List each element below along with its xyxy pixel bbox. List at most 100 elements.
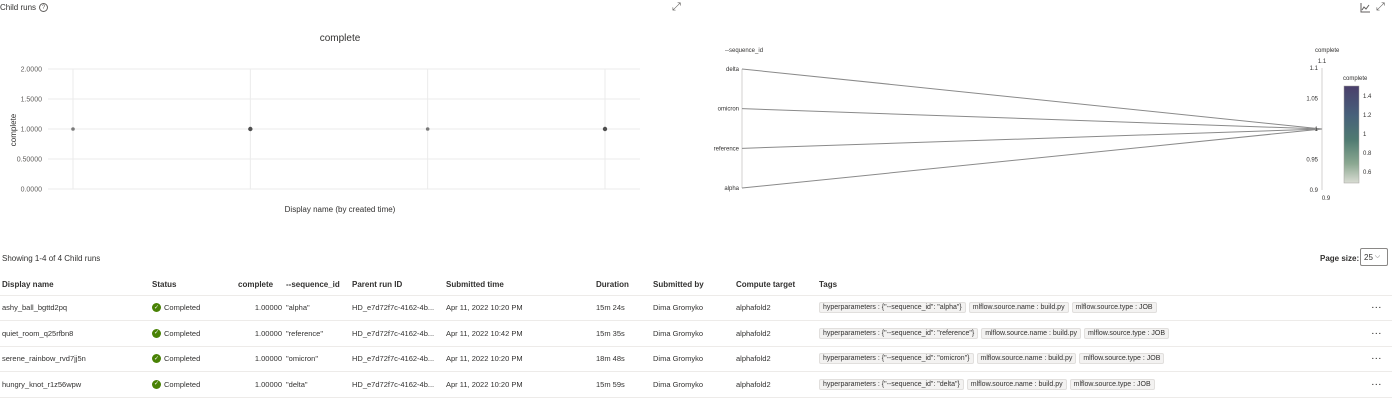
tag-chip: hyperparameters : {"--sequence_id": "ref… [819,327,979,339]
category-label: delta [726,67,740,73]
line-chart-icon[interactable] [1360,2,1371,16]
parallel-axes [741,68,1323,190]
col-sequence-id[interactable]: --sequence_id [284,275,350,296]
tags-cell: hyperparameters : {"--sequence_id": "omi… [817,346,1362,372]
section-title: Child runs [0,3,37,12]
parallel-lines [741,68,1323,189]
col-complete[interactable]: complete [236,275,284,296]
data-point[interactable] [248,126,253,132]
parent-run-link[interactable]: HD_e7d72f7c-4162-4b... [350,346,444,372]
tags-cell: hyperparameters : {"--sequence_id": "del… [817,371,1362,398]
parent-run-link[interactable]: HD_e7d72f7c-4162-4b... [350,371,444,398]
parent-run-link[interactable]: HD_e7d72f7c-4162-4b... [350,320,444,347]
col-parent-run-id[interactable]: Parent run ID [350,275,444,296]
more-actions-button[interactable]: ··· [1362,295,1392,321]
more-actions-button[interactable]: ··· [1362,371,1392,398]
col-compute-target[interactable]: Compute target [734,275,817,296]
compute-target-link[interactable]: alphafold2 [734,295,817,321]
table-row[interactable]: ashy_ball_bgttd2pq ✓ Completed 1.00000 "a… [0,295,1392,321]
submitted-by-value: Dima Gromyko [651,371,734,398]
axis-range-max: 1.1 [1318,59,1327,65]
tag-chip: hyperparameters : {"--sequence_id": "alp… [819,302,966,314]
colorbar-tick-label: 1.2 [1363,113,1372,119]
submitted-time-value: Apr 11, 2022 10:20 PM [444,346,594,372]
chart-xlabel: Display name (by created time) [285,205,396,214]
compute-target-link[interactable]: alphafold2 [734,346,817,372]
run-name-link[interactable]: hungry_knot_r1z56wpw [0,371,150,398]
y-tick-label: 1.0000 [21,127,43,134]
tag-chip: mlflow.source.type : JOB [1069,378,1155,390]
check-circle-icon: ✓ [152,354,161,364]
data-point[interactable] [425,127,430,131]
status-cell: ✓ Completed [150,346,236,372]
y-tick-label: 0.50000 [17,157,42,164]
parent-run-link[interactable]: HD_e7d72f7c-4162-4b... [350,295,444,321]
chart-title: complete [320,33,361,44]
page-size-select[interactable]: 25 ⌵ [1360,248,1388,266]
section-header: Child runs ? [0,3,49,12]
expand-parallel-icon[interactable]: ⤢ [1376,2,1385,13]
run-name-link[interactable]: serene_rainbow_rvd7jj5n [0,346,150,372]
tags-cell: hyperparameters : {"--sequence_id": "ref… [817,320,1362,347]
tag-chip: mlflow.source.name : build.py [968,302,1069,314]
submitted-by-value: Dima Gromyko [651,320,734,347]
child-runs-table: Display name Status complete --sequence_… [0,275,1392,398]
complete-tick-label: 1.1 [1310,66,1319,72]
col-tags[interactable]: Tags [817,275,1362,296]
complete-line-chart: 2.0000 1.5000 1.0000 0.50000 0.0000 complete… [9,33,640,214]
tag-chip: hyperparameters : {"--sequence_id": "del… [819,378,964,390]
submitted-time-value: Apr 11, 2022 10:20 PM [444,371,594,398]
colorbar-tick-label: 0.6 [1363,170,1372,176]
run-name-link[interactable]: ashy_ball_bgttd2pq [0,295,150,321]
table-row[interactable]: serene_rainbow_rvd7jj5n ✓ Completed 1.000… [0,346,1392,372]
status-text: Completed [164,303,201,313]
status-cell: ✓ Completed [150,320,236,347]
col-actions [1362,275,1392,296]
more-actions-button[interactable]: ··· [1362,320,1392,347]
expand-icon[interactable]: ⤢ [672,2,681,13]
table-row[interactable]: hungry_knot_r1z56wpw ✓ Completed 1.00000 … [0,371,1392,398]
status-cell: ✓ Completed [150,371,236,398]
axis-range-min: 0.9 [1322,196,1331,202]
chart-grid [48,68,640,190]
col-submitted-by[interactable]: Submitted by [651,275,734,296]
showing-count: Showing 1-4 of 4 Child runs [2,254,101,263]
parallel-line[interactable] [741,108,1323,130]
check-circle-icon: ✓ [152,328,161,338]
complete-value: 1.00000 [236,346,284,372]
colorbar-tick-label: 1 [1363,132,1367,138]
status-text: Completed [164,354,201,364]
col-display-name[interactable]: Display name [0,275,150,296]
data-point[interactable] [71,127,75,131]
submitted-by-value: Dima Gromyko [651,346,734,372]
tag-chip: mlflow.source.type : JOB [1071,302,1157,314]
help-circle-icon[interactable]: ? [39,3,49,12]
y-tick-labels: 2.0000 1.5000 1.0000 0.50000 0.0000 [17,67,42,194]
col-submitted-time[interactable]: Submitted time [444,275,594,296]
parallel-line[interactable] [741,128,1323,189]
run-name-link[interactable]: quiet_room_q25rfbn8 [0,320,150,347]
compute-target-link[interactable]: alphafold2 [734,371,817,398]
sequence-id-value: "alpha" [284,295,350,321]
complete-tick-label: 0.95 [1306,158,1318,164]
colorbar [1343,85,1360,184]
parallel-line[interactable] [741,128,1323,149]
tag-chip: mlflow.source.name : build.py [966,378,1067,390]
submitted-time-value: Apr 11, 2022 10:20 PM [444,295,594,321]
status-cell: ✓ Completed [150,295,236,321]
more-actions-button[interactable]: ··· [1362,346,1392,372]
parallel-line[interactable] [741,68,1323,130]
tag-chip: hyperparameters : {"--sequence_id": "omi… [819,353,974,365]
complete-value: 1.00000 [236,295,284,321]
colorbar-tick-label: 1.4 [1363,94,1372,100]
col-duration[interactable]: Duration [594,275,651,296]
sequence-id-value: "reference" [284,320,350,347]
tag-chip: mlflow.source.name : build.py [981,327,1082,339]
table-row[interactable]: quiet_room_q25rfbn8 ✓ Completed 1.00000 "… [0,320,1392,347]
col-status[interactable]: Status [150,275,236,296]
page-size-value: 25 [1364,252,1373,262]
compute-target-link[interactable]: alphafold2 [734,320,817,347]
status-text: Completed [164,328,201,338]
data-point[interactable] [602,126,608,132]
sequence-id-value: "omicron" [284,346,350,372]
